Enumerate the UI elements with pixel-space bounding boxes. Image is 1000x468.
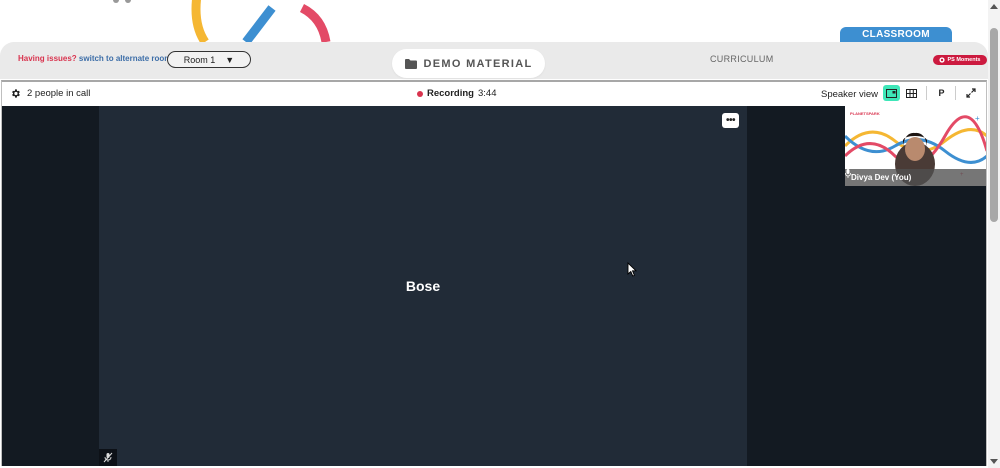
self-label: Divya Dev (You): [845, 169, 986, 186]
moments-label: PS Moments: [947, 57, 981, 63]
more-options-button[interactable]: •••: [722, 113, 739, 128]
curriculum-tab[interactable]: CURRICULUM: [710, 54, 774, 64]
app-root: CLASSROOM Having issues? switch to alter…: [0, 0, 1000, 468]
mouse-cursor-icon: [627, 262, 637, 277]
video-call-frame: 2 people in call Recording 3:44 Speaker …: [1, 80, 987, 466]
issues-label: Having issues?: [18, 54, 77, 63]
people-count-label: 2 people in call: [27, 88, 91, 99]
people-count[interactable]: 2 people in call: [10, 88, 90, 99]
svg-text:+: +: [975, 114, 980, 123]
header-divider: [926, 86, 927, 100]
demo-material-button[interactable]: DEMO MATERIAL: [392, 49, 545, 78]
recording-time: 3:44: [477, 88, 497, 99]
page-scrollbar[interactable]: [988, 0, 1000, 468]
mic-icon: [845, 169, 851, 178]
recording-label: Recording: [427, 88, 474, 99]
demo-material-label: DEMO MATERIAL: [423, 57, 533, 70]
call-header: 2 people in call Recording 3:44 Speaker …: [2, 82, 986, 106]
folder-icon: [404, 58, 417, 69]
video-stage: Bose ••• + PLANETSPARK Divya Dev (You): [2, 106, 986, 466]
speaker-view-button[interactable]: [883, 85, 900, 101]
room-select-value: Room 1: [183, 54, 216, 65]
switch-room-link[interactable]: switch to alternate room: [79, 54, 171, 63]
recording-status: Recording 3:44: [417, 88, 496, 99]
chevron-down-icon: ▼: [225, 54, 235, 65]
gear-icon[interactable]: [10, 88, 21, 99]
mic-muted-icon: [99, 449, 117, 466]
record-icon: [939, 57, 946, 63]
recording-dot-icon: [417, 90, 423, 97]
brand-logo: PLANETSPARK: [850, 111, 880, 116]
moments-button[interactable]: PS Moments: [933, 55, 987, 65]
scrollbar-thumb[interactable]: [990, 28, 998, 222]
speaker-layout-icon: [886, 88, 897, 98]
speaker-view-label: Speaker view: [821, 89, 879, 100]
self-participant-name: Divya Dev (You): [851, 173, 912, 182]
room-select[interactable]: Room 1 ▼: [167, 51, 251, 68]
classroom-tab[interactable]: CLASSROOM: [840, 27, 952, 48]
main-participant-tile[interactable]: Bose •••: [99, 106, 747, 466]
self-video-tile[interactable]: + + PLANETSPARK Divya Dev (You): [845, 106, 986, 186]
header-divider: [955, 86, 956, 100]
grid-view-button[interactable]: [903, 85, 920, 101]
participant-name: Bose: [405, 278, 441, 294]
scroll-up-icon[interactable]: [990, 4, 998, 9]
scroll-down-icon[interactable]: [990, 459, 998, 464]
grid-layout-icon: [906, 88, 917, 98]
p-button[interactable]: P: [933, 85, 950, 101]
fullscreen-button[interactable]: [962, 85, 979, 101]
expand-icon: [965, 88, 976, 98]
having-issues: Having issues? switch to alternate room: [18, 54, 171, 63]
